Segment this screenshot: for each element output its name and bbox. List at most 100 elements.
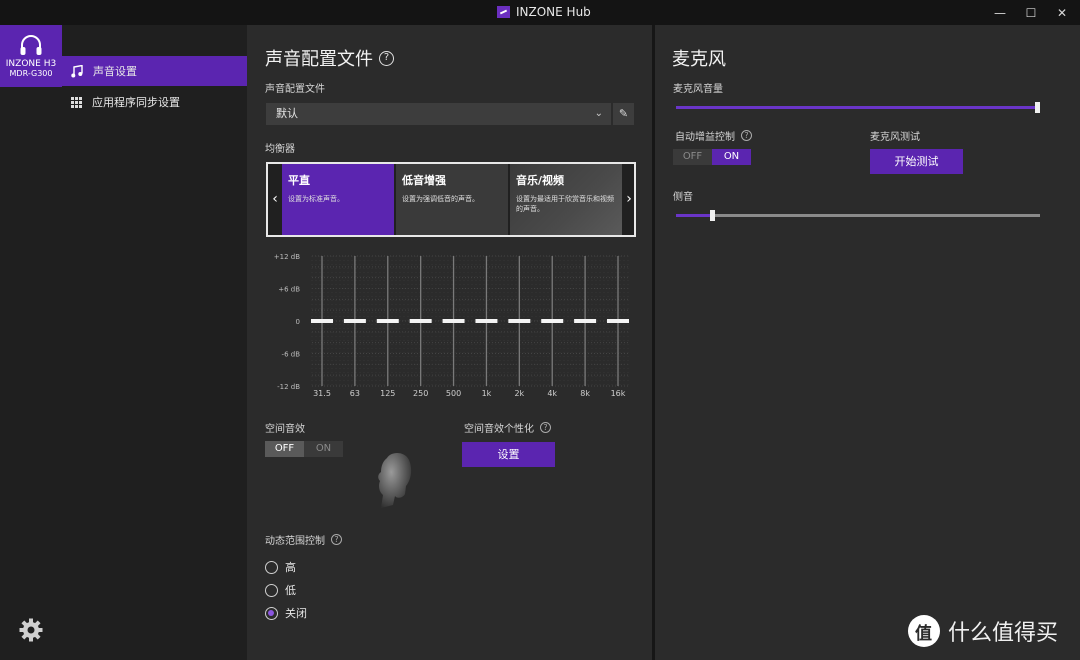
y-tick-label: -6 dB [282, 351, 301, 359]
start-test-button[interactable]: 开始测试 [870, 149, 963, 174]
band-slider-handle [541, 319, 564, 323]
band-slider-handle [442, 319, 465, 323]
equalizer-preset-carousel: ‹ 平直 设置为标准声音。 低音增强 设置为强调低音的声音。 音乐/视频 设置为… [266, 162, 636, 237]
radio-label: 高 [285, 561, 296, 574]
window-title: INZONE Hub [516, 5, 591, 19]
radio-button[interactable] [265, 560, 278, 574]
sound-profile-heading: 声音配置文件 ? [265, 45, 394, 71]
sidebar-item-app-sync[interactable]: 应用程序同步设置 [62, 87, 247, 117]
inzone-logo-icon [497, 6, 510, 18]
help-icon[interactable]: ? [379, 50, 394, 66]
preset-description: 设置为强调低音的声音。 [402, 195, 479, 203]
equalizer-graph: +12 dB +6 dB 0 -6 dB -12 dB 31.5 63 125 250 500 1k… [274, 253, 629, 398]
chevron-left-icon[interactable]: ‹ [268, 164, 282, 235]
chevron-right-icon[interactable]: › [622, 164, 636, 235]
maximize-button[interactable]: ☐ [1014, 0, 1048, 25]
profile-label: 声音配置文件 [265, 84, 325, 95]
music-note-icon [71, 64, 83, 77]
mic-test-label: 麦克风测试 [870, 132, 920, 143]
drc-option-off[interactable]: 关闭 [265, 605, 307, 621]
mic-panel: 麦克风 麦克风音量 自动增益控制 ? OFF ON 麦克风测试 开始测试 侧音 [655, 25, 1080, 660]
pencil-icon: ✎ [618, 107, 629, 120]
spatial-sound-label: 空间音效 [265, 424, 305, 435]
preset-title: 低音增强 [402, 174, 446, 187]
band-slider-handle [475, 319, 498, 323]
spatial-personalize-label: 空间音效个性化 ? [464, 420, 551, 435]
sidetone-fill [676, 214, 712, 217]
mic-title: 麦克风 [672, 49, 726, 70]
watermark-logo-icon [908, 615, 940, 647]
drc-label-text: 动态范围控制 [265, 536, 325, 547]
toggle-off: OFF [265, 441, 304, 457]
y-tick-label: +6 dB [278, 286, 300, 294]
agc-label-text: 自动增益控制 [675, 132, 735, 143]
preset-title: 平直 [288, 174, 310, 187]
sidetone-slider[interactable] [676, 214, 1040, 217]
watermark-text: 什么值得买 [948, 621, 1059, 646]
minimize-button[interactable]: — [983, 0, 1017, 25]
device-name: INZONE H3 [5, 59, 57, 69]
headphones-icon [20, 35, 42, 55]
sidebar-item-sound-settings[interactable]: 声音设置 [62, 56, 247, 86]
x-tick-label: 63 [350, 389, 360, 398]
device-model: MDR-G300 [9, 69, 53, 78]
device-tile[interactable]: INZONE H3 MDR-G300 [0, 25, 62, 87]
profile-select[interactable]: 默认 ⌄ [266, 103, 611, 125]
toggle-on: ON [304, 441, 343, 457]
drc-option-high[interactable]: 高 [265, 559, 296, 575]
watermark: 什么值得买 [908, 615, 1058, 647]
toggle-off: OFF [673, 149, 712, 165]
band-slider-handle [508, 319, 531, 323]
band-slider-handle [607, 319, 629, 323]
preset-card-bass-boost[interactable]: 低音增强 设置为强调低音的声音。 [396, 164, 508, 235]
preset-title: 音乐/视频 [516, 174, 565, 187]
preset-description: 设置为最适用于欣赏音乐和视频的声音。 [516, 195, 614, 213]
x-tick-label: 2k [514, 389, 524, 398]
toggle-on: ON [712, 149, 751, 165]
x-tick-label: 125 [380, 389, 395, 398]
drc-label: 动态范围控制 ? [265, 532, 342, 547]
x-tick-label: 500 [446, 389, 461, 398]
x-tick-label: 8k [580, 389, 590, 398]
band-slider-handle [409, 319, 432, 323]
help-icon[interactable]: ? [741, 130, 752, 141]
preset-card-flat[interactable]: 平直 设置为标准声音。 [282, 164, 394, 235]
band-slider-handle [311, 319, 333, 323]
mic-volume-fill [676, 106, 1040, 109]
sidetone-thumb[interactable] [710, 210, 715, 221]
app-title: INZONE Hub [497, 5, 591, 19]
x-tick-label: 1k [482, 389, 492, 398]
y-tick-label: +12 dB [274, 253, 300, 261]
band-slider-handle [376, 319, 399, 323]
x-tick-label: 4k [547, 389, 557, 398]
preset-card-music-video[interactable]: 音乐/视频 设置为最适用于欣赏音乐和视频的声音。 [510, 164, 622, 235]
preset-description: 设置为标准声音。 [288, 195, 344, 203]
edit-profile-button[interactable]: ✎ [613, 103, 634, 125]
spatial-sound-toggle[interactable]: OFF ON [265, 441, 343, 457]
profile-select-value: 默认 [276, 107, 298, 120]
radio-button[interactable] [265, 583, 278, 597]
y-tick-label: 0 [296, 318, 300, 326]
gear-icon[interactable] [18, 617, 44, 643]
mic-volume-thumb[interactable] [1035, 102, 1040, 113]
drc-option-low[interactable]: 低 [265, 582, 296, 598]
help-icon[interactable]: ? [540, 422, 551, 433]
spatial-setup-button[interactable]: 设置 [462, 442, 555, 467]
page-title: 声音配置文件 [265, 49, 373, 70]
x-tick-label: 16k [611, 389, 626, 398]
y-tick-label: -12 dB [277, 383, 300, 391]
sound-panel: 声音配置文件 ? 声音配置文件 默认 ⌄ ✎ 均衡器 ‹ 平直 设置为标准声音。… [247, 25, 652, 660]
agc-toggle[interactable]: OFF ON [673, 149, 751, 165]
chevron-down-icon: ⌄ [594, 108, 603, 119]
head-model-icon [378, 452, 412, 508]
sidebar-item-label: 声音设置 [93, 65, 137, 78]
agc-label: 自动增益控制 ? [675, 128, 752, 143]
grid-icon [71, 96, 82, 108]
radio-button-selected[interactable] [265, 606, 278, 620]
spatial-personalize-text: 空间音效个性化 [464, 424, 534, 435]
x-tick-label: 31.5 [313, 389, 331, 398]
sidetone-label: 侧音 [673, 192, 693, 203]
close-button[interactable]: ✕ [1045, 0, 1079, 25]
band-slider-handle [574, 319, 597, 323]
help-icon[interactable]: ? [331, 534, 342, 545]
